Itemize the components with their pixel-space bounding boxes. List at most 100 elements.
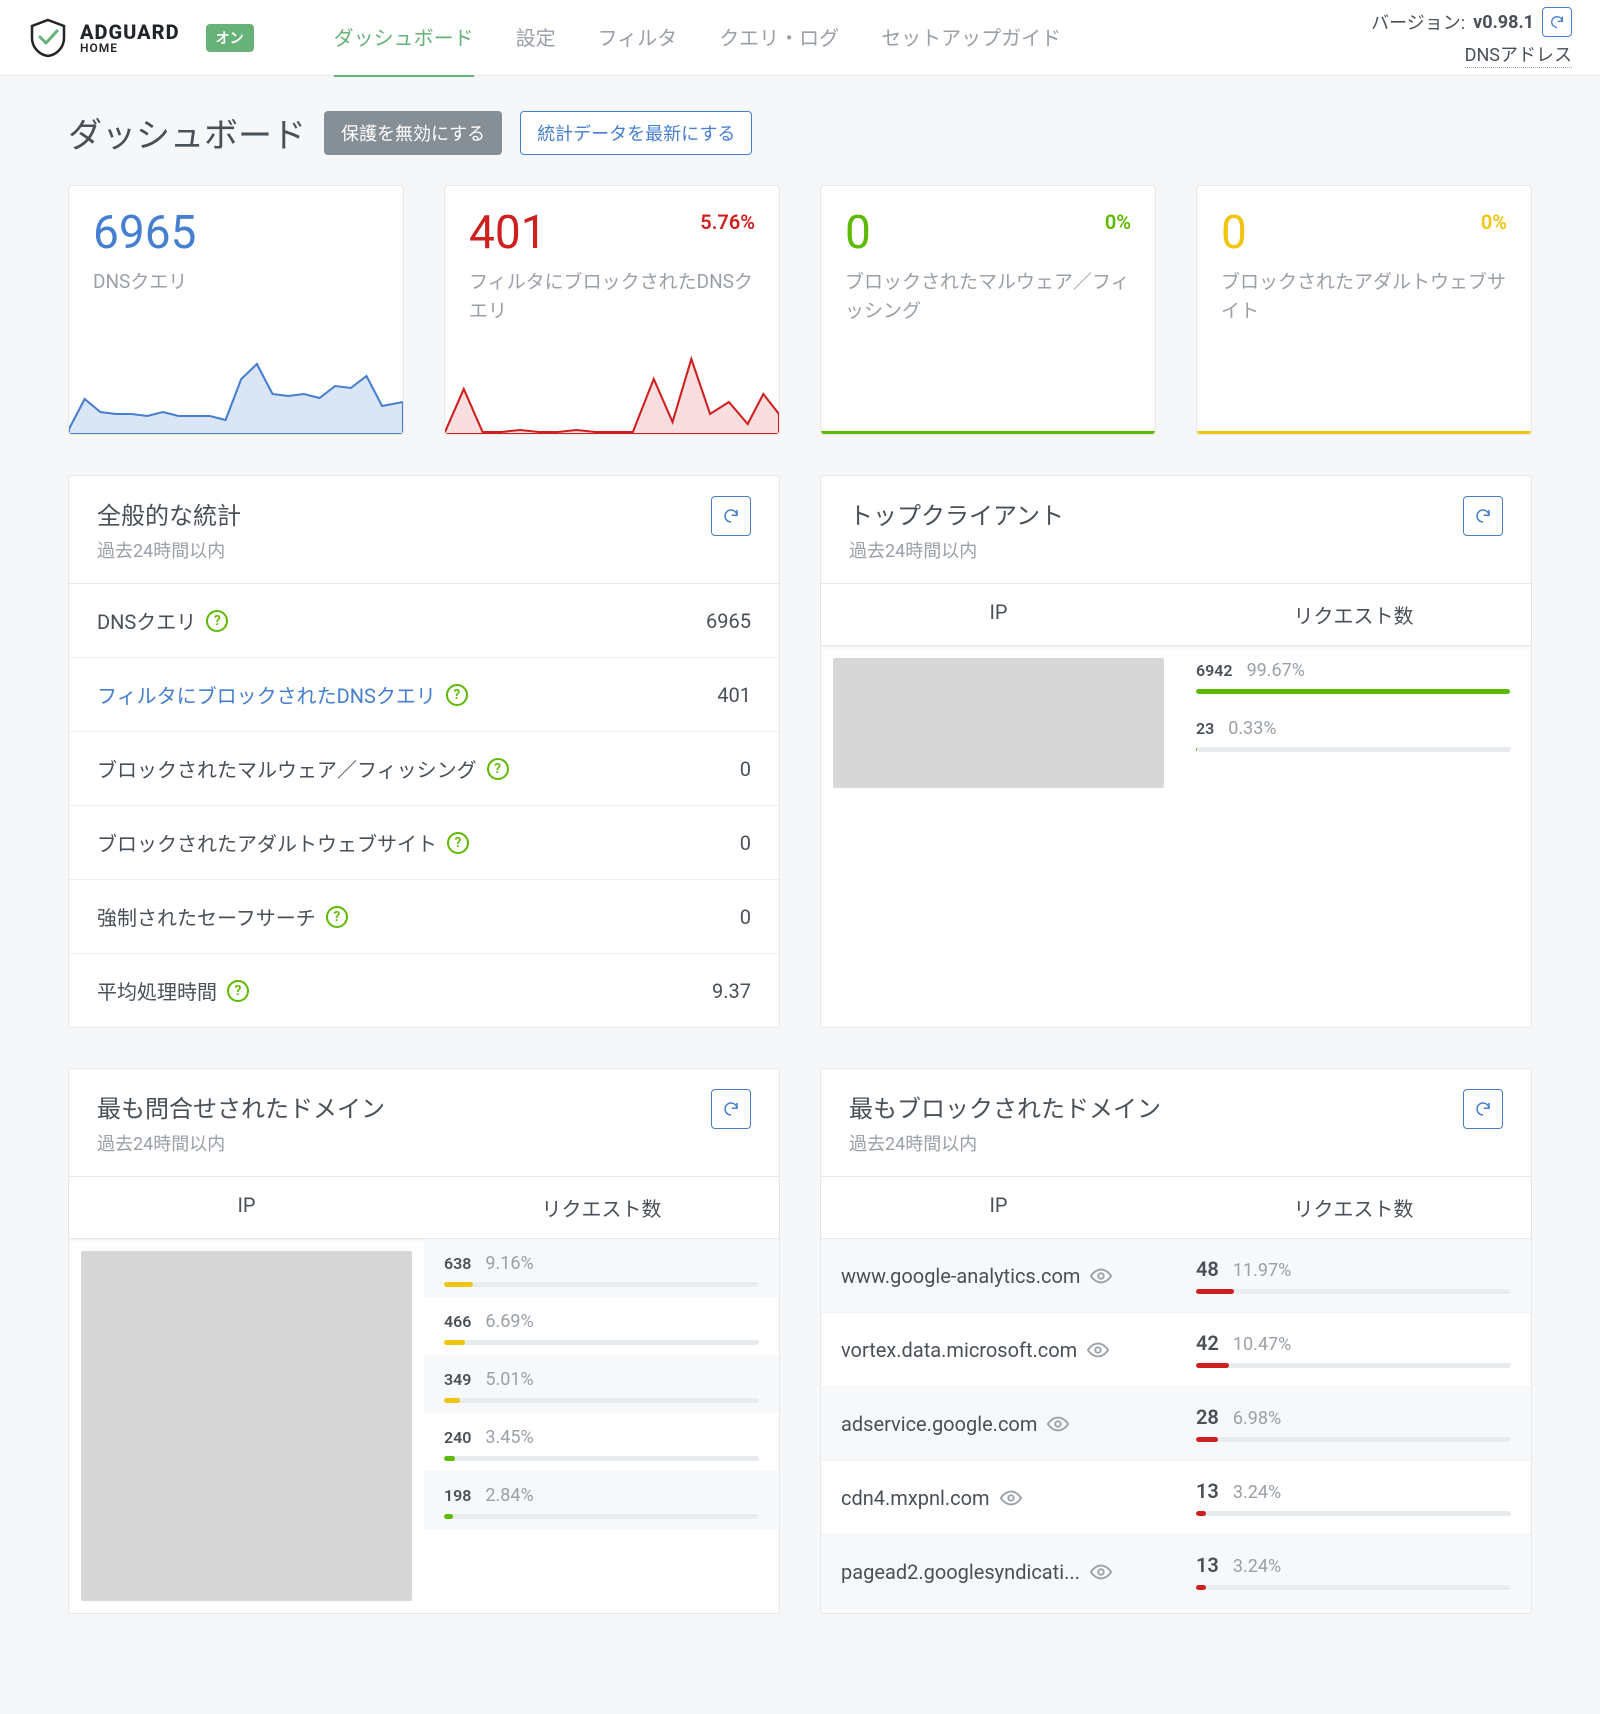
refresh-stats-button[interactable]: 統計データを最新にする — [520, 111, 752, 155]
stat-row-value: 0 — [740, 757, 751, 781]
request-cell: 133.24% — [1196, 1553, 1511, 1590]
request-count: 240 — [444, 1428, 471, 1447]
domain-cell[interactable]: pagead2.googlesyndicati... — [821, 1535, 1176, 1608]
stat-label: DNSクエリ — [93, 268, 379, 297]
domain-cell[interactable]: www.google-analytics.com — [821, 1239, 1176, 1312]
version-refresh-button[interactable] — [1542, 7, 1572, 37]
help-icon[interactable]: ? — [227, 980, 249, 1002]
request-pct: 9.16% — [485, 1253, 533, 1274]
stat-row-value: 6965 — [706, 609, 751, 633]
request-count: 42 — [1196, 1331, 1219, 1355]
version-label: バージョン: — [1371, 9, 1465, 35]
help-icon[interactable]: ? — [326, 906, 348, 928]
request-pct: 10.47% — [1233, 1334, 1291, 1355]
page-title-row: ダッシュボード 保護を無効にする 統計データを最新にする — [68, 108, 1532, 157]
status-on-badge: オン — [206, 24, 254, 52]
blocked-sparkline — [445, 354, 779, 434]
stat-value: 0 — [1221, 210, 1507, 256]
col-ip[interactable]: IP — [821, 584, 1176, 645]
blocked-row: www.google-analytics.com 4811.97% — [821, 1239, 1531, 1313]
progress-bar — [444, 1340, 759, 1345]
request-cell: 694299.67% — [1196, 660, 1511, 694]
progress-bar — [444, 1282, 759, 1287]
stat-label: ブロックされたマルウェア／フィッシング — [845, 268, 1131, 325]
disable-protection-button[interactable]: 保護を無効にする — [324, 111, 502, 155]
request-cell: 230.33% — [1196, 718, 1511, 752]
stat-pct: 0% — [1105, 210, 1131, 234]
stat-row: フィルタにブロックされたDNSクエリ ? 401 — [69, 658, 779, 732]
col-requests[interactable]: リクエスト数 — [424, 1177, 779, 1238]
stat-row-label[interactable]: フィルタにブロックされたDNSクエリ ? — [97, 680, 468, 709]
panel-title: 最もブロックされたドメイン — [849, 1089, 1161, 1124]
app-header: ADGUARD HOME オン ダッシュボード 設定 フィルタ クエリ・ログ セ… — [0, 0, 1600, 76]
brand-sub: HOME — [80, 42, 180, 54]
stat-blocked-adult: 0% 0 ブロックされたアダルトウェブサイト — [1196, 185, 1532, 435]
request-pct: 3.24% — [1233, 1482, 1281, 1503]
panel-refresh-button[interactable] — [711, 496, 751, 536]
logo[interactable]: ADGUARD HOME オン — [28, 18, 254, 58]
stat-row-value: 401 — [717, 683, 751, 707]
progress-bar — [1196, 689, 1511, 694]
progress-bar — [1196, 1437, 1511, 1442]
stat-value: 6965 — [93, 210, 379, 256]
refresh-icon — [722, 1100, 740, 1118]
request-cell: 133.24% — [1196, 1479, 1511, 1516]
domain-cell[interactable]: cdn4.mxpnl.com — [821, 1461, 1176, 1534]
request-cell: 2403.45% — [444, 1427, 759, 1461]
stat-row-value: 0 — [740, 831, 751, 855]
panel-sub: 過去24時間以内 — [849, 1130, 1161, 1156]
help-icon[interactable]: ? — [447, 832, 469, 854]
panel-refresh-button[interactable] — [1463, 496, 1503, 536]
dns-sparkline — [69, 354, 403, 434]
request-pct: 11.97% — [1233, 1260, 1291, 1281]
nav-filters[interactable]: フィルタ — [598, 0, 678, 77]
help-icon[interactable]: ? — [446, 684, 468, 706]
top-clients-panel: トップクライアント 過去24時間以内 IP リクエスト数 694299.67% … — [820, 475, 1532, 1028]
brand-name: ADGUARD — [80, 22, 180, 42]
domain-cell[interactable]: vortex.data.microsoft.com — [821, 1313, 1176, 1386]
refresh-icon — [722, 507, 740, 525]
stat-row-label: 強制されたセーフサーチ ? — [97, 902, 348, 931]
panel-refresh-button[interactable] — [711, 1089, 751, 1129]
request-cell: 4811.97% — [1196, 1257, 1511, 1294]
col-requests[interactable]: リクエスト数 — [1176, 1177, 1531, 1238]
col-requests[interactable]: リクエスト数 — [1176, 584, 1531, 645]
col-ip[interactable]: IP — [821, 1177, 1176, 1238]
stat-row-label: ブロックされたアダルトウェブサイト ? — [97, 828, 469, 857]
dns-address-link[interactable]: DNSアドレス — [1465, 41, 1572, 68]
nav-settings[interactable]: 設定 — [516, 0, 556, 77]
stat-row: DNSクエリ ? 6965 — [69, 584, 779, 658]
eye-icon — [1047, 1413, 1069, 1435]
nav-querylog[interactable]: クエリ・ログ — [719, 0, 839, 77]
stat-row: 平均処理時間 ? 9.37 — [69, 954, 779, 1027]
header-right: バージョン: v0.98.1 DNSアドレス — [1371, 7, 1572, 68]
help-icon[interactable]: ? — [487, 758, 509, 780]
refresh-icon — [1549, 14, 1565, 30]
help-icon[interactable]: ? — [206, 610, 228, 632]
blocked-row: adservice.google.com 286.98% — [821, 1387, 1531, 1461]
refresh-icon — [1474, 1100, 1492, 1118]
col-ip[interactable]: IP — [69, 1177, 424, 1238]
stat-row-value: 9.37 — [712, 979, 751, 1003]
domain-cell[interactable]: adservice.google.com — [821, 1387, 1176, 1460]
progress-bar — [1196, 1289, 1511, 1294]
stat-pct: 0% — [1481, 210, 1507, 234]
nav-setup[interactable]: セットアップガイド — [881, 0, 1061, 77]
request-pct: 6.69% — [485, 1311, 533, 1332]
request-count: 198 — [444, 1486, 471, 1505]
malware-sparkline — [821, 431, 1155, 434]
stat-row: ブロックされたマルウェア／フィッシング ? 0 — [69, 732, 779, 806]
queried-domain-redacted — [81, 1251, 412, 1601]
stat-pct: 5.76% — [700, 210, 755, 234]
nav-dashboard[interactable]: ダッシュボード — [334, 0, 474, 77]
panel-refresh-button[interactable] — [1463, 1089, 1503, 1129]
request-pct: 6.98% — [1233, 1408, 1281, 1429]
blocked-row: cdn4.mxpnl.com 133.24% — [821, 1461, 1531, 1535]
request-count: 6942 — [1196, 661, 1233, 680]
client-ip-redacted — [833, 658, 1164, 788]
stat-row: 強制されたセーフサーチ ? 0 — [69, 880, 779, 954]
request-pct: 3.24% — [1233, 1556, 1281, 1577]
queried-row: 1982.84% — [424, 1471, 779, 1529]
top-blocked-panel: 最もブロックされたドメイン 過去24時間以内 IP リクエスト数 www.goo… — [820, 1068, 1532, 1614]
progress-bar — [1196, 1511, 1511, 1516]
